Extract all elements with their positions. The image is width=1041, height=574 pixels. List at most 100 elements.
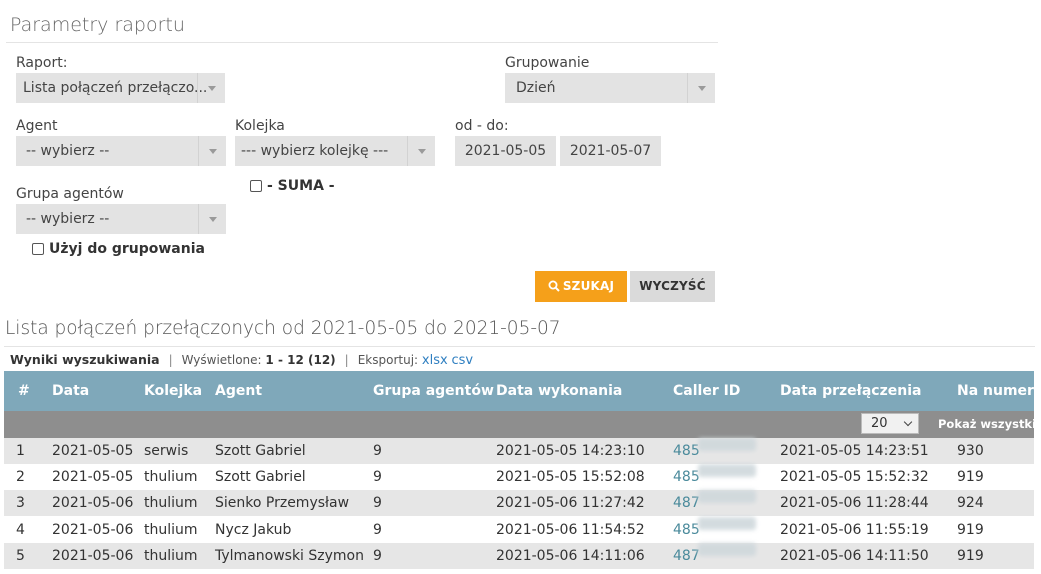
date-to-input[interactable]: 2021-05-07 (560, 136, 661, 166)
row-exec-date: 2021-05-06 11:54:52 (496, 521, 645, 538)
search-button[interactable]: SZUKAJ (535, 271, 627, 302)
export-label: Eksportuj: (357, 353, 419, 367)
row-transfer-date: 2021-05-05 14:23:51 (780, 443, 929, 459)
checkbox-box[interactable] (250, 180, 262, 192)
row-to-number: 919 (957, 547, 984, 564)
row-date: 2021-05-05 (52, 443, 134, 459)
chevron-down-icon (687, 73, 715, 103)
row-date: 2021-05-06 (52, 547, 134, 564)
grouping-select-value: Dzień (516, 80, 556, 96)
row-agent: Tylmanowski Szymon (215, 547, 364, 564)
results-title: Lista połączeń przełączonych od 2021-05-… (5, 318, 561, 339)
table-row[interactable]: 3 2021-05-06 thulium Sienko Przemysław 9 2021… (4, 490, 1034, 517)
pager-bar: 20 Pokaż wszystkie (4, 411, 1041, 438)
report-label: Raport: (16, 55, 68, 71)
table-row[interactable]: 2 2021-05-05 thulium Szott Gabriel 9 2021-05-… (4, 464, 1034, 491)
queue-select-value: --- wybierz kolejkę --- (241, 143, 389, 159)
date-range-label: od - do: (455, 118, 509, 134)
row-caller-id: 485 (673, 521, 700, 538)
panel-divider (6, 42, 718, 43)
agent-select[interactable]: -- wybierz -- (16, 136, 226, 166)
row-queue: thulium (144, 495, 198, 512)
panel-title: Parametry raportu (10, 14, 185, 36)
agent-label: Agent (16, 118, 58, 134)
page-size-select[interactable]: 20 (861, 413, 919, 434)
row-exec-date: 2021-05-06 11:27:42 (496, 495, 645, 512)
export-xlsx-link[interactable]: xlsx (422, 353, 448, 368)
col-header-to-number[interactable]: Na numer (957, 371, 1034, 411)
results-meta: Wyniki wyszukiwania | Wyświetlone: 1 - 12 … (10, 352, 473, 368)
col-header-transfer-date[interactable]: Data przełączenia (780, 371, 921, 411)
row-agent-group: 9 (373, 495, 382, 512)
row-agent-group: 9 (373, 443, 382, 459)
agent-select-value: -- wybierz -- (26, 143, 110, 159)
table-row[interactable]: 1 2021-05-05 serwis Szott Gabriel 9 2021-05-0… (4, 438, 1034, 464)
col-header-number[interactable]: # (18, 371, 30, 411)
row-number: 5 (16, 547, 25, 564)
row-queue: thulium (144, 469, 198, 486)
row-agent-group: 9 (373, 469, 382, 486)
row-to-number: 919 (957, 521, 984, 538)
grouping-label: Grupowanie (505, 55, 590, 71)
show-all-link[interactable]: Pokaż wszystkie (938, 411, 1041, 437)
row-transfer-date: 2021-05-06 14:11:50 (780, 547, 929, 564)
row-agent: Szott Gabriel (215, 443, 306, 459)
row-queue: serwis (144, 443, 189, 459)
chevron-down-icon (407, 136, 435, 166)
meta-separator: | (344, 353, 349, 367)
results-divider (4, 346, 1035, 347)
grouping-select[interactable]: Dzień (505, 73, 715, 103)
export-csv-link[interactable]: csv (452, 353, 474, 368)
row-caller-id: 487 (673, 495, 700, 512)
chevron-down-icon (198, 204, 226, 234)
row-queue: thulium (144, 547, 198, 564)
row-number: 4 (16, 521, 25, 538)
agent-group-label: Grupa agentów (16, 186, 124, 202)
row-number: 1 (16, 443, 25, 459)
suma-checkbox-label: - SUMA - (267, 178, 335, 194)
table-row[interactable]: 4 2021-05-06 thulium Nycz Jakub 9 2021-05-06 … (4, 516, 1034, 543)
use-grouping-checkbox[interactable]: Użyj do grupowania (32, 241, 205, 257)
row-caller-id: 485 (673, 469, 700, 486)
row-transfer-date: 2021-05-05 15:52:32 (780, 469, 929, 486)
queue-label: Kolejka (235, 118, 285, 134)
displayed-label: Wyświetlone: (181, 353, 262, 367)
col-header-agent-group[interactable]: Grupa agentów (373, 371, 494, 411)
date-from-input[interactable]: 2021-05-05 (455, 136, 556, 166)
chevron-down-icon (198, 136, 226, 166)
page-size-value: 20 (871, 416, 888, 431)
row-date: 2021-05-06 (52, 495, 134, 512)
row-to-number: 919 (957, 469, 984, 486)
row-number: 3 (16, 495, 25, 512)
agent-group-select[interactable]: -- wybierz -- (16, 204, 226, 234)
table-header: # Data Kolejka Agent Grupa agentów Data … (4, 371, 1034, 411)
col-header-caller-id[interactable]: Caller ID (673, 371, 740, 411)
queue-select[interactable]: --- wybierz kolejkę --- (235, 136, 435, 166)
row-agent-group: 9 (373, 521, 382, 538)
col-header-exec-date[interactable]: Data wykonania (496, 371, 622, 411)
report-select[interactable]: Lista połączeń przełączo... (16, 73, 225, 103)
row-transfer-date: 2021-05-06 11:28:44 (780, 495, 929, 512)
agent-group-select-value: -- wybierz -- (26, 211, 110, 227)
col-header-date[interactable]: Data (52, 371, 89, 411)
table-row[interactable]: 5 2021-05-06 thulium Tylmanowski Szymon 9 202… (4, 542, 1034, 569)
checkbox-box[interactable] (32, 243, 44, 255)
row-agent-group: 9 (373, 547, 382, 564)
row-exec-date: 2021-05-05 14:23:10 (496, 443, 645, 459)
row-number: 2 (16, 469, 25, 486)
search-results-label: Wyniki wyszukiwania (10, 352, 160, 367)
row-caller-id: 487 (673, 547, 700, 564)
row-caller-id: 485 (673, 443, 700, 459)
report-select-value: Lista połączeń przełączo... (23, 80, 208, 96)
search-icon (548, 280, 560, 292)
clear-button[interactable]: WYCZYŚĆ (630, 271, 715, 302)
col-header-queue[interactable]: Kolejka (144, 371, 202, 411)
col-header-agent[interactable]: Agent (215, 371, 262, 411)
chevron-down-icon (903, 417, 913, 427)
row-date: 2021-05-06 (52, 521, 134, 538)
row-queue: thulium (144, 521, 198, 538)
suma-checkbox[interactable]: - SUMA - (250, 178, 335, 194)
search-button-label: SZUKAJ (562, 279, 615, 293)
use-grouping-label: Użyj do grupowania (49, 241, 205, 257)
row-agent: Sienko Przemysław (215, 495, 350, 512)
